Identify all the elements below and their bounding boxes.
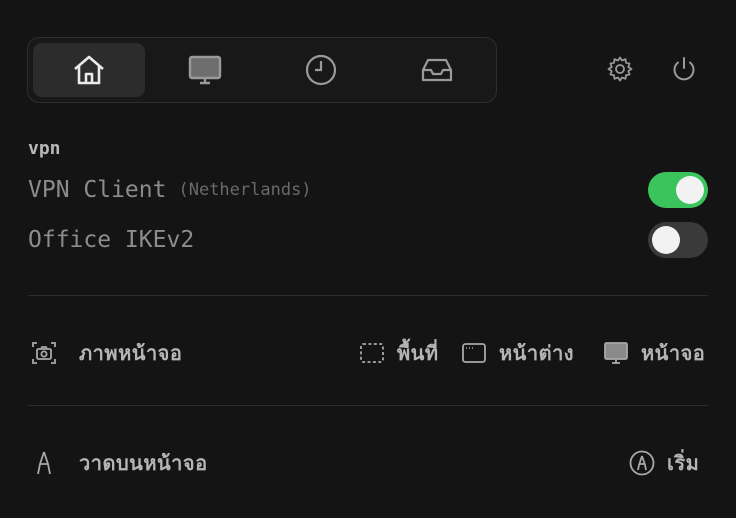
window-icon (462, 343, 486, 363)
inbox-icon (421, 58, 453, 82)
vpn-item[interactable]: VPN Client (Netherlands) (28, 172, 708, 208)
home-icon (74, 55, 104, 85)
vpn-section-label: vpn (28, 138, 61, 159)
monitor-icon (604, 342, 628, 364)
tab-bar (27, 37, 497, 103)
toggle-knob (652, 226, 680, 254)
tab-inbox[interactable] (381, 43, 493, 97)
divider (28, 405, 708, 406)
toggle-knob (676, 176, 704, 204)
capture-screen-label: หน้าจอ (641, 341, 706, 365)
screenshot-label: ภาพหน้าจอ (79, 341, 183, 365)
capture-area-button[interactable]: พื้นที่ (359, 337, 439, 369)
draw-label: วาดบนหน้าจอ (79, 451, 208, 475)
pen-icon (37, 451, 51, 475)
vpn-toggle[interactable] (648, 222, 708, 258)
draw-row: วาดบนหน้าจอ (31, 447, 208, 479)
tab-display[interactable] (149, 43, 261, 97)
dashed-area-icon (360, 343, 384, 363)
divider (28, 295, 708, 296)
monitor-icon (188, 55, 222, 85)
vpn-item-name: VPN Client (28, 177, 167, 203)
vpn-item[interactable]: Office IKEv2 (28, 222, 708, 258)
vpn-toggle[interactable] (648, 172, 708, 208)
vpn-item-detail: (Netherlands) (178, 180, 312, 200)
power-button[interactable] (668, 53, 700, 85)
pen-circle-icon (629, 450, 655, 476)
capture-window-label: หน้าต่าง (499, 341, 575, 365)
draw-start-label: เริ่ม (667, 451, 700, 475)
settings-button[interactable] (604, 53, 636, 85)
draw-start-button[interactable]: เริ่ม (629, 447, 699, 479)
clock-icon (305, 54, 337, 86)
vpn-item-name: Office IKEv2 (28, 227, 195, 253)
capture-window-button[interactable]: หน้าต่าง (461, 337, 574, 369)
camera-icon (32, 342, 56, 364)
tab-home[interactable] (33, 43, 145, 97)
tab-history[interactable] (265, 43, 377, 97)
gear-icon (607, 56, 633, 82)
power-icon (673, 57, 695, 81)
capture-screen-button[interactable]: หน้าจอ (603, 337, 705, 369)
screenshot-row: ภาพหน้าจอ (31, 337, 182, 369)
capture-area-label: พื้นที่ (397, 341, 439, 365)
